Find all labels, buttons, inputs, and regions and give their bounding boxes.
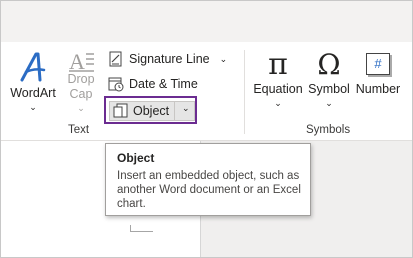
chevron-down-icon[interactable]: ⌄ xyxy=(182,103,190,114)
group-divider xyxy=(244,50,245,134)
tooltip-title: Object xyxy=(117,151,155,165)
object-button[interactable]: Object ⌄ xyxy=(109,101,195,121)
signature-line-label: Signature Line xyxy=(129,52,210,66)
page-corner-mark xyxy=(130,225,153,232)
drop-cap-button[interactable]: A Drop Cap ⌄ xyxy=(62,49,100,114)
chevron-down-icon: ⌄ xyxy=(325,98,333,108)
calendar-clock-icon xyxy=(108,76,124,92)
symbol-button[interactable]: Ω Symbol ⌄ xyxy=(306,50,352,109)
symbol-label: Symbol xyxy=(308,82,350,96)
pi-icon: π xyxy=(268,47,288,82)
number-button[interactable]: # Number xyxy=(354,50,402,96)
drop-cap-icon: A xyxy=(62,49,100,74)
split-divider xyxy=(174,102,175,120)
drop-cap-label-line2: Cap xyxy=(69,87,93,101)
object-tooltip: Object Insert an embedded object, such a… xyxy=(105,143,311,216)
text-group-label: Text xyxy=(68,124,90,136)
date-time-label: Date & Time xyxy=(129,77,198,91)
number-icon: # xyxy=(354,50,402,82)
hash-glyph: # xyxy=(366,53,390,75)
omega-icon: Ω xyxy=(317,48,341,81)
chevron-down-icon: ⌄ xyxy=(77,103,85,113)
ribbon-tab-strip xyxy=(1,1,412,43)
svg-text:A: A xyxy=(69,50,85,72)
signature-line-button[interactable]: Signature Line ⌄ xyxy=(108,48,227,70)
object-label: Object xyxy=(133,104,170,118)
wordart-icon xyxy=(8,50,58,86)
number-label: Number xyxy=(355,82,401,96)
signature-line-icon xyxy=(108,51,124,67)
date-time-button[interactable]: Date & Time xyxy=(108,73,198,95)
drop-cap-label-line1: Drop xyxy=(67,72,95,86)
object-icon xyxy=(113,103,129,119)
symbols-group-label: Symbols xyxy=(306,124,351,136)
tooltip-body: Insert an embedded object, such as anoth… xyxy=(117,170,301,210)
equation-label: Equation xyxy=(253,82,303,96)
chevron-down-icon: ⌄ xyxy=(274,98,282,108)
equation-button[interactable]: π Equation ⌄ xyxy=(252,50,304,109)
wordart-label: WordArt xyxy=(10,86,56,100)
object-button-highlight: Object ⌄ xyxy=(104,96,197,124)
chevron-down-icon[interactable]: ⌄ xyxy=(220,54,228,65)
chevron-down-icon: ⌄ xyxy=(29,102,37,112)
wordart-button[interactable]: WordArt ⌄ xyxy=(8,50,58,113)
